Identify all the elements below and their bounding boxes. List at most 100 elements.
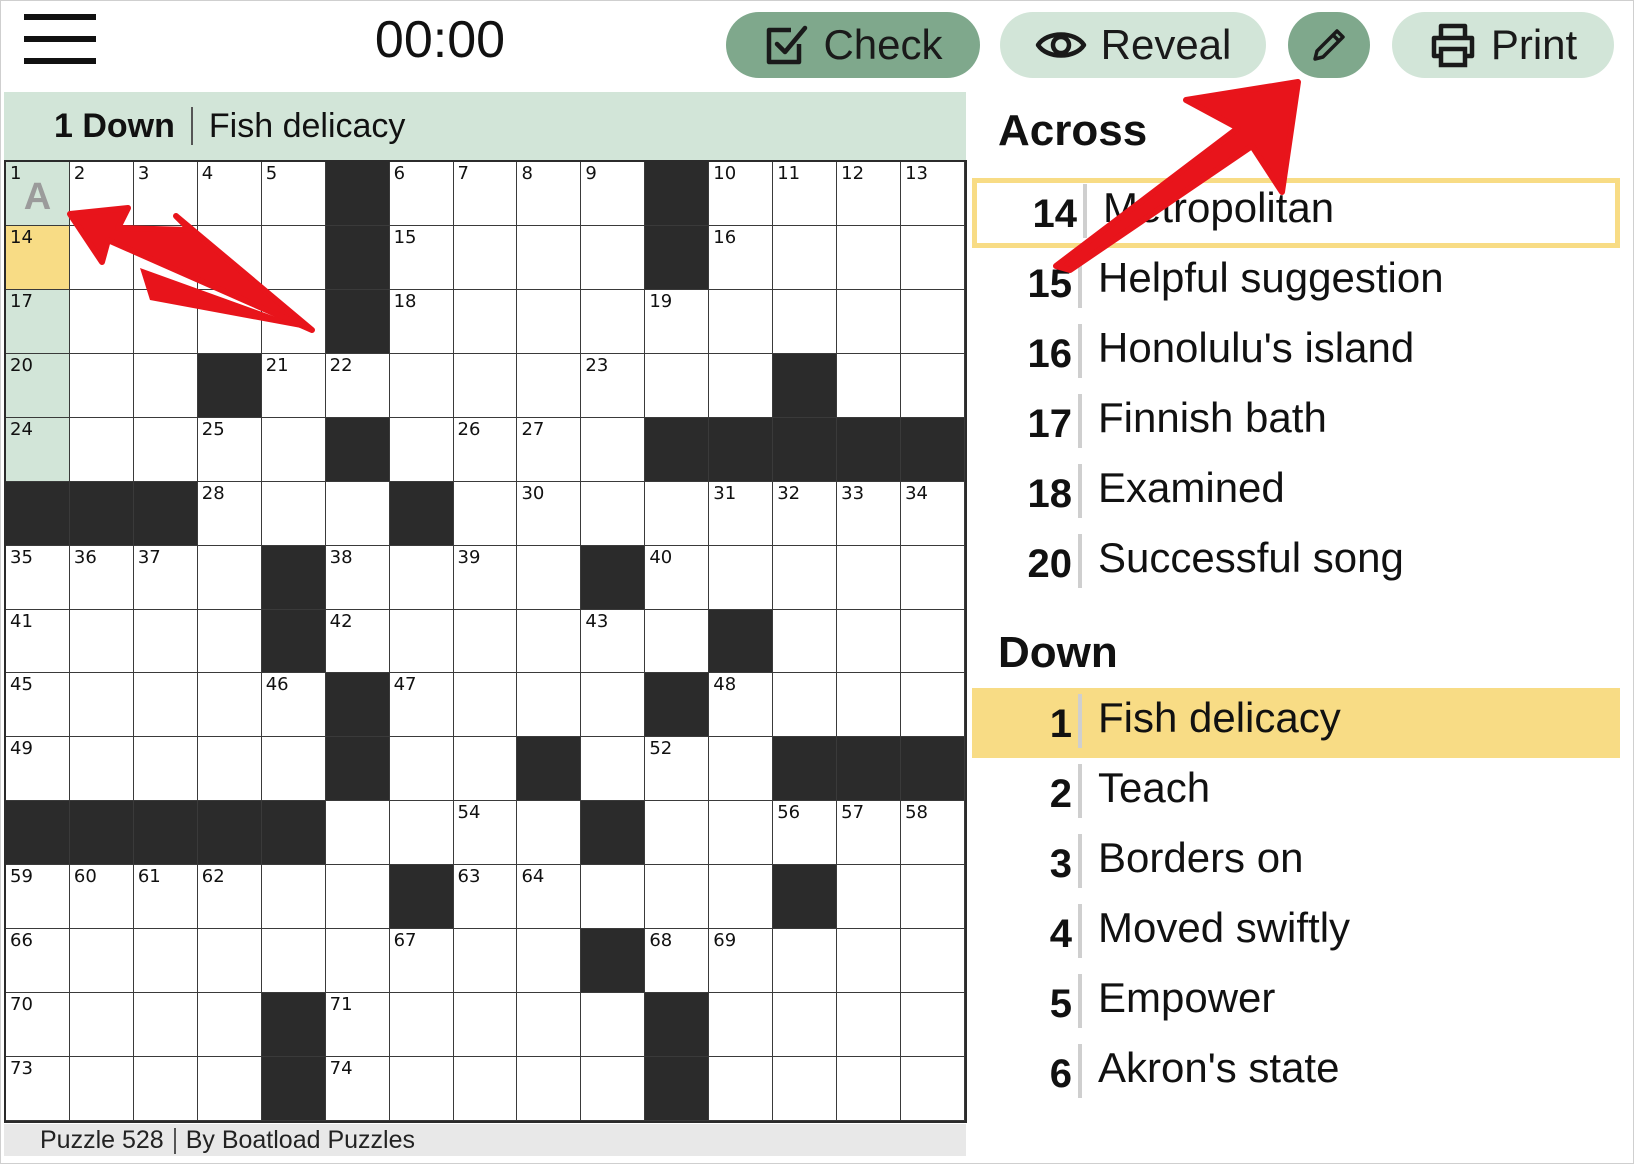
- grid-cell[interactable]: [197, 737, 262, 802]
- grid-cell[interactable]: [133, 289, 198, 354]
- grid-cell[interactable]: 19: [645, 289, 710, 354]
- grid-cell[interactable]: [453, 225, 518, 290]
- across-clue-item[interactable]: 17 Finnish bath: [972, 388, 1620, 458]
- grid-cell[interactable]: [69, 737, 134, 802]
- grid-cell[interactable]: [133, 929, 198, 994]
- grid-cell[interactable]: 62: [197, 865, 262, 930]
- reveal-button[interactable]: Reveal: [1000, 12, 1266, 78]
- grid-cell[interactable]: [837, 609, 902, 674]
- grid-cell[interactable]: [133, 673, 198, 738]
- grid-cell[interactable]: 32: [773, 481, 838, 546]
- grid-cell[interactable]: 38: [325, 545, 390, 610]
- grid-cell[interactable]: [133, 609, 198, 674]
- grid-cell[interactable]: 7: [453, 162, 518, 226]
- grid-cell[interactable]: 69: [709, 929, 774, 994]
- grid-cell[interactable]: 37: [133, 545, 198, 610]
- grid-cell[interactable]: [261, 737, 326, 802]
- grid-cell[interactable]: [197, 289, 262, 354]
- menu-button[interactable]: [24, 14, 96, 64]
- grid-cell[interactable]: 14: [6, 225, 70, 290]
- grid-cell[interactable]: 74: [325, 1057, 390, 1121]
- grid-cell[interactable]: [69, 1057, 134, 1121]
- clue-panel[interactable]: Across Down 14 Metropolitan 15 Helpful sugg…: [972, 92, 1622, 1156]
- grid-cell[interactable]: 67: [389, 929, 454, 994]
- grid-cell[interactable]: 54: [453, 801, 518, 866]
- grid-cell[interactable]: [389, 353, 454, 418]
- check-button[interactable]: Check: [726, 12, 980, 78]
- grid-cell[interactable]: [389, 993, 454, 1058]
- grid-cell[interactable]: [709, 865, 774, 930]
- grid-cell[interactable]: [837, 353, 902, 418]
- grid-cell[interactable]: 48: [709, 673, 774, 738]
- grid-cell[interactable]: [69, 929, 134, 994]
- grid-cell[interactable]: [261, 865, 326, 930]
- grid-cell[interactable]: [517, 801, 582, 866]
- grid-cell[interactable]: 59: [6, 865, 70, 930]
- grid-cell[interactable]: 49: [6, 737, 70, 802]
- grid-cell[interactable]: [901, 609, 965, 674]
- grid-cell[interactable]: 70: [6, 993, 70, 1058]
- grid-cell[interactable]: [261, 481, 326, 546]
- grid-cell[interactable]: [197, 929, 262, 994]
- grid-cell[interactable]: 68: [645, 929, 710, 994]
- grid-cell[interactable]: [517, 289, 582, 354]
- grid-cell[interactable]: [69, 353, 134, 418]
- grid-cell[interactable]: [261, 929, 326, 994]
- grid-cell[interactable]: [773, 289, 838, 354]
- down-clue-item[interactable]: 1 Fish delicacy: [972, 688, 1620, 758]
- grid-cell[interactable]: [517, 929, 582, 994]
- grid-cell[interactable]: [581, 289, 646, 354]
- grid-cell[interactable]: [837, 545, 902, 610]
- across-clue-item[interactable]: 14 Metropolitan: [972, 178, 1620, 248]
- down-clue-item[interactable]: 5 Empower: [972, 968, 1620, 1038]
- grid-cell[interactable]: [709, 801, 774, 866]
- grid-cell[interactable]: [453, 993, 518, 1058]
- grid-cell[interactable]: [197, 225, 262, 290]
- grid-cell[interactable]: 21: [261, 353, 326, 418]
- grid-cell[interactable]: [453, 673, 518, 738]
- grid-cell[interactable]: 31: [709, 481, 774, 546]
- grid-cell[interactable]: 12: [837, 162, 902, 226]
- grid-cell[interactable]: [389, 1057, 454, 1121]
- grid-cell[interactable]: [69, 225, 134, 290]
- grid-cell[interactable]: [197, 993, 262, 1058]
- grid-cell[interactable]: 43: [581, 609, 646, 674]
- grid-cell[interactable]: [133, 737, 198, 802]
- grid-cell[interactable]: [261, 289, 326, 354]
- grid-cell[interactable]: 61: [133, 865, 198, 930]
- grid-cell[interactable]: [645, 609, 710, 674]
- grid-cell[interactable]: 35: [6, 545, 70, 610]
- grid-cell[interactable]: [197, 545, 262, 610]
- grid-cell[interactable]: [517, 673, 582, 738]
- grid-cell[interactable]: 9: [581, 162, 646, 226]
- crossword-grid[interactable]: 1 A 2 3 4 5 6 7 8 9 10 11 12 13 14 15 16 17 18 19 20 21 22 23 24…: [4, 160, 967, 1123]
- grid-cell[interactable]: 28: [197, 481, 262, 546]
- grid-cell[interactable]: 20: [6, 353, 70, 418]
- grid-cell[interactable]: [325, 929, 390, 994]
- print-button[interactable]: Print: [1392, 12, 1614, 78]
- across-clue-item[interactable]: 16 Honolulu's island: [972, 318, 1620, 388]
- grid-cell[interactable]: [325, 865, 390, 930]
- grid-cell[interactable]: [837, 673, 902, 738]
- grid-cell[interactable]: 56: [773, 801, 838, 866]
- grid-cell[interactable]: 5: [261, 162, 326, 226]
- grid-cell[interactable]: [837, 289, 902, 354]
- grid-cell[interactable]: [709, 993, 774, 1058]
- grid-cell[interactable]: [453, 929, 518, 994]
- grid-cell[interactable]: [645, 865, 710, 930]
- grid-cell[interactable]: [389, 737, 454, 802]
- grid-cell[interactable]: [581, 481, 646, 546]
- grid-cell[interactable]: [901, 993, 965, 1058]
- grid-cell[interactable]: 24: [6, 417, 70, 482]
- grid-cell[interactable]: [709, 1057, 774, 1121]
- grid-cell[interactable]: 71: [325, 993, 390, 1058]
- grid-cell[interactable]: [645, 481, 710, 546]
- grid-cell[interactable]: [261, 225, 326, 290]
- grid-cell[interactable]: [773, 929, 838, 994]
- grid-cell[interactable]: [133, 1057, 198, 1121]
- grid-cell[interactable]: [901, 225, 965, 290]
- grid-cell[interactable]: 34: [901, 481, 965, 546]
- grid-cell[interactable]: [709, 289, 774, 354]
- grid-cell[interactable]: [901, 673, 965, 738]
- grid-cell[interactable]: 23: [581, 353, 646, 418]
